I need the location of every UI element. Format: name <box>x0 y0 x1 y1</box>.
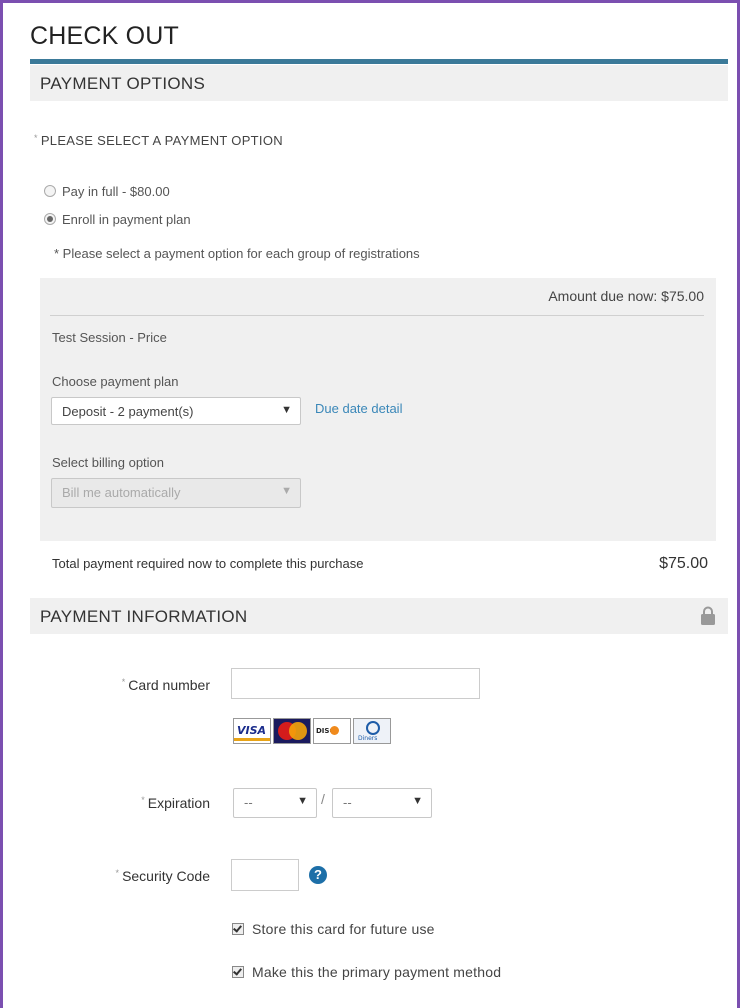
primary-method-label: Make this the primary payment method <box>252 964 502 980</box>
store-card-label: Store this card for future use <box>252 921 435 937</box>
security-code-input[interactable] <box>231 859 299 891</box>
radio-label: Pay in full - $80.00 <box>62 184 170 199</box>
required-marker: * <box>115 868 120 878</box>
billing-option-value: Bill me automatically <box>62 485 181 500</box>
total-payment-value: $75.00 <box>659 555 708 572</box>
discover-card-icon: DISC <box>313 718 351 744</box>
expiration-year-select[interactable]: -- ▼ <box>332 788 432 818</box>
security-code-label: * Security Code <box>80 868 210 884</box>
lock-icon <box>701 606 715 625</box>
dropdown-arrow-icon: ▼ <box>412 795 423 807</box>
store-card-option[interactable]: Store this card for future use <box>232 921 435 937</box>
mastercard-icon <box>273 718 311 744</box>
dropdown-arrow-icon: ▼ <box>297 795 308 807</box>
required-marker: * <box>34 133 38 143</box>
amount-due-now: Amount due now: $75.00 <box>548 288 704 304</box>
card-number-label-text: Card number <box>128 677 210 693</box>
store-card-checkbox[interactable] <box>232 923 244 935</box>
dropdown-arrow-icon: ▼ <box>281 404 292 416</box>
expiration-month-select[interactable]: -- ▼ <box>233 788 317 818</box>
billing-option-select: Bill me automatically ▼ <box>51 478 301 508</box>
payment-option-note: * Please select a payment option for eac… <box>54 246 420 261</box>
primary-method-option[interactable]: Make this the primary payment method <box>232 964 501 980</box>
primary-method-checkbox[interactable] <box>232 966 244 978</box>
expiration-separator: / <box>321 791 325 807</box>
payment-option-label-text: PLEASE SELECT A PAYMENT OPTION <box>40 133 283 148</box>
payment-options-header: PAYMENT OPTIONS <box>30 65 728 101</box>
page-title: CHECK OUT <box>30 22 180 50</box>
total-payment-label: Total payment required now to complete t… <box>52 556 364 571</box>
visa-card-icon: VISA <box>233 718 271 744</box>
expiration-label: * Expiration <box>100 795 210 811</box>
expiration-month-value: -- <box>244 795 253 810</box>
radio-payment-plan[interactable]: Enroll in payment plan <box>44 212 191 227</box>
question-icon[interactable]: ? <box>309 866 327 884</box>
card-number-label: * Card number <box>100 677 210 693</box>
security-code-label-text: Security Code <box>122 868 210 884</box>
payment-plan-panel: Amount due now: $75.00 Test Session - Pr… <box>40 278 716 541</box>
payment-option-required-label: * PLEASE SELECT A PAYMENT OPTION <box>34 133 283 148</box>
payment-options-title: PAYMENT OPTIONS <box>40 74 206 93</box>
payment-information-header: PAYMENT INFORMATION <box>30 598 728 634</box>
payment-plan-value: Deposit - 2 payment(s) <box>62 404 194 419</box>
plan-divider <box>50 315 704 316</box>
billing-option-label: Select billing option <box>52 455 165 470</box>
payment-information-title: PAYMENT INFORMATION <box>40 607 248 626</box>
accepted-cards: VISA DISC Diners <box>233 718 393 744</box>
radio-button[interactable] <box>44 185 56 197</box>
visa-card-text: VISA <box>237 724 267 737</box>
radio-label: Enroll in payment plan <box>62 212 191 227</box>
card-number-input[interactable] <box>231 668 480 699</box>
dropdown-arrow-icon: ▼ <box>281 485 292 497</box>
expiration-label-text: Expiration <box>147 795 210 811</box>
expiration-year-value: -- <box>343 795 352 810</box>
choose-plan-label: Choose payment plan <box>52 374 179 389</box>
session-name: Test Session - Price <box>52 330 167 345</box>
radio-pay-in-full[interactable]: Pay in full - $80.00 <box>44 184 170 199</box>
radio-button[interactable] <box>44 213 56 225</box>
payment-plan-select[interactable]: Deposit - 2 payment(s) ▼ <box>51 397 301 425</box>
diners-club-icon: Diners <box>353 718 391 744</box>
required-marker: * <box>121 677 126 687</box>
title-divider <box>30 59 728 64</box>
due-date-detail-link[interactable]: Due date detail <box>315 401 402 416</box>
required-marker: * <box>141 795 145 805</box>
